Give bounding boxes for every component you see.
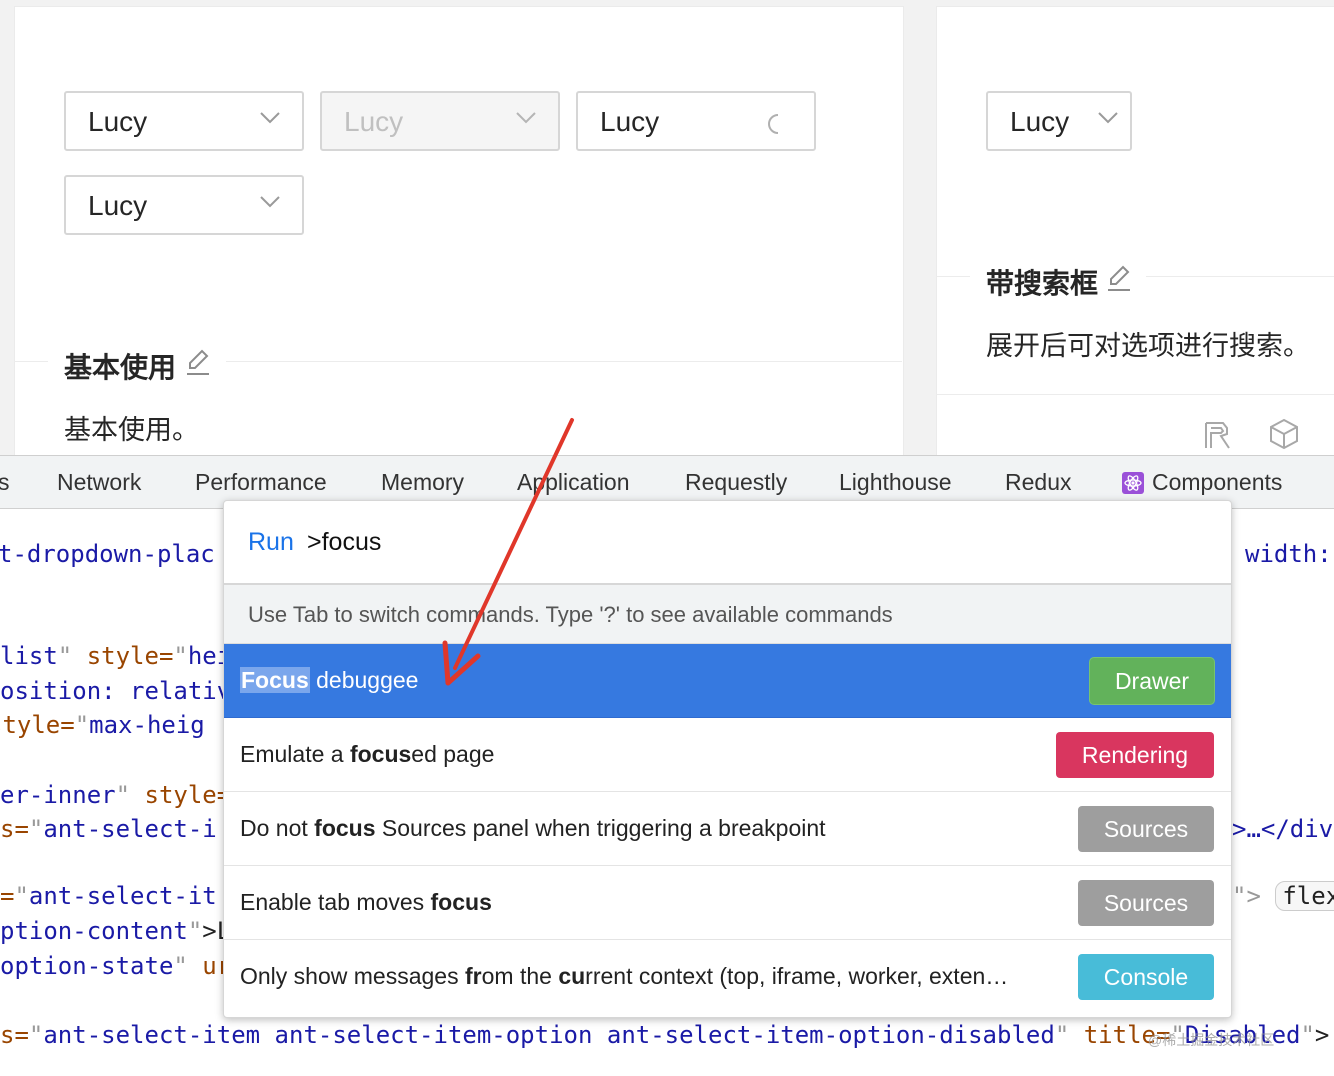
annotation-arrow — [442, 418, 574, 686]
